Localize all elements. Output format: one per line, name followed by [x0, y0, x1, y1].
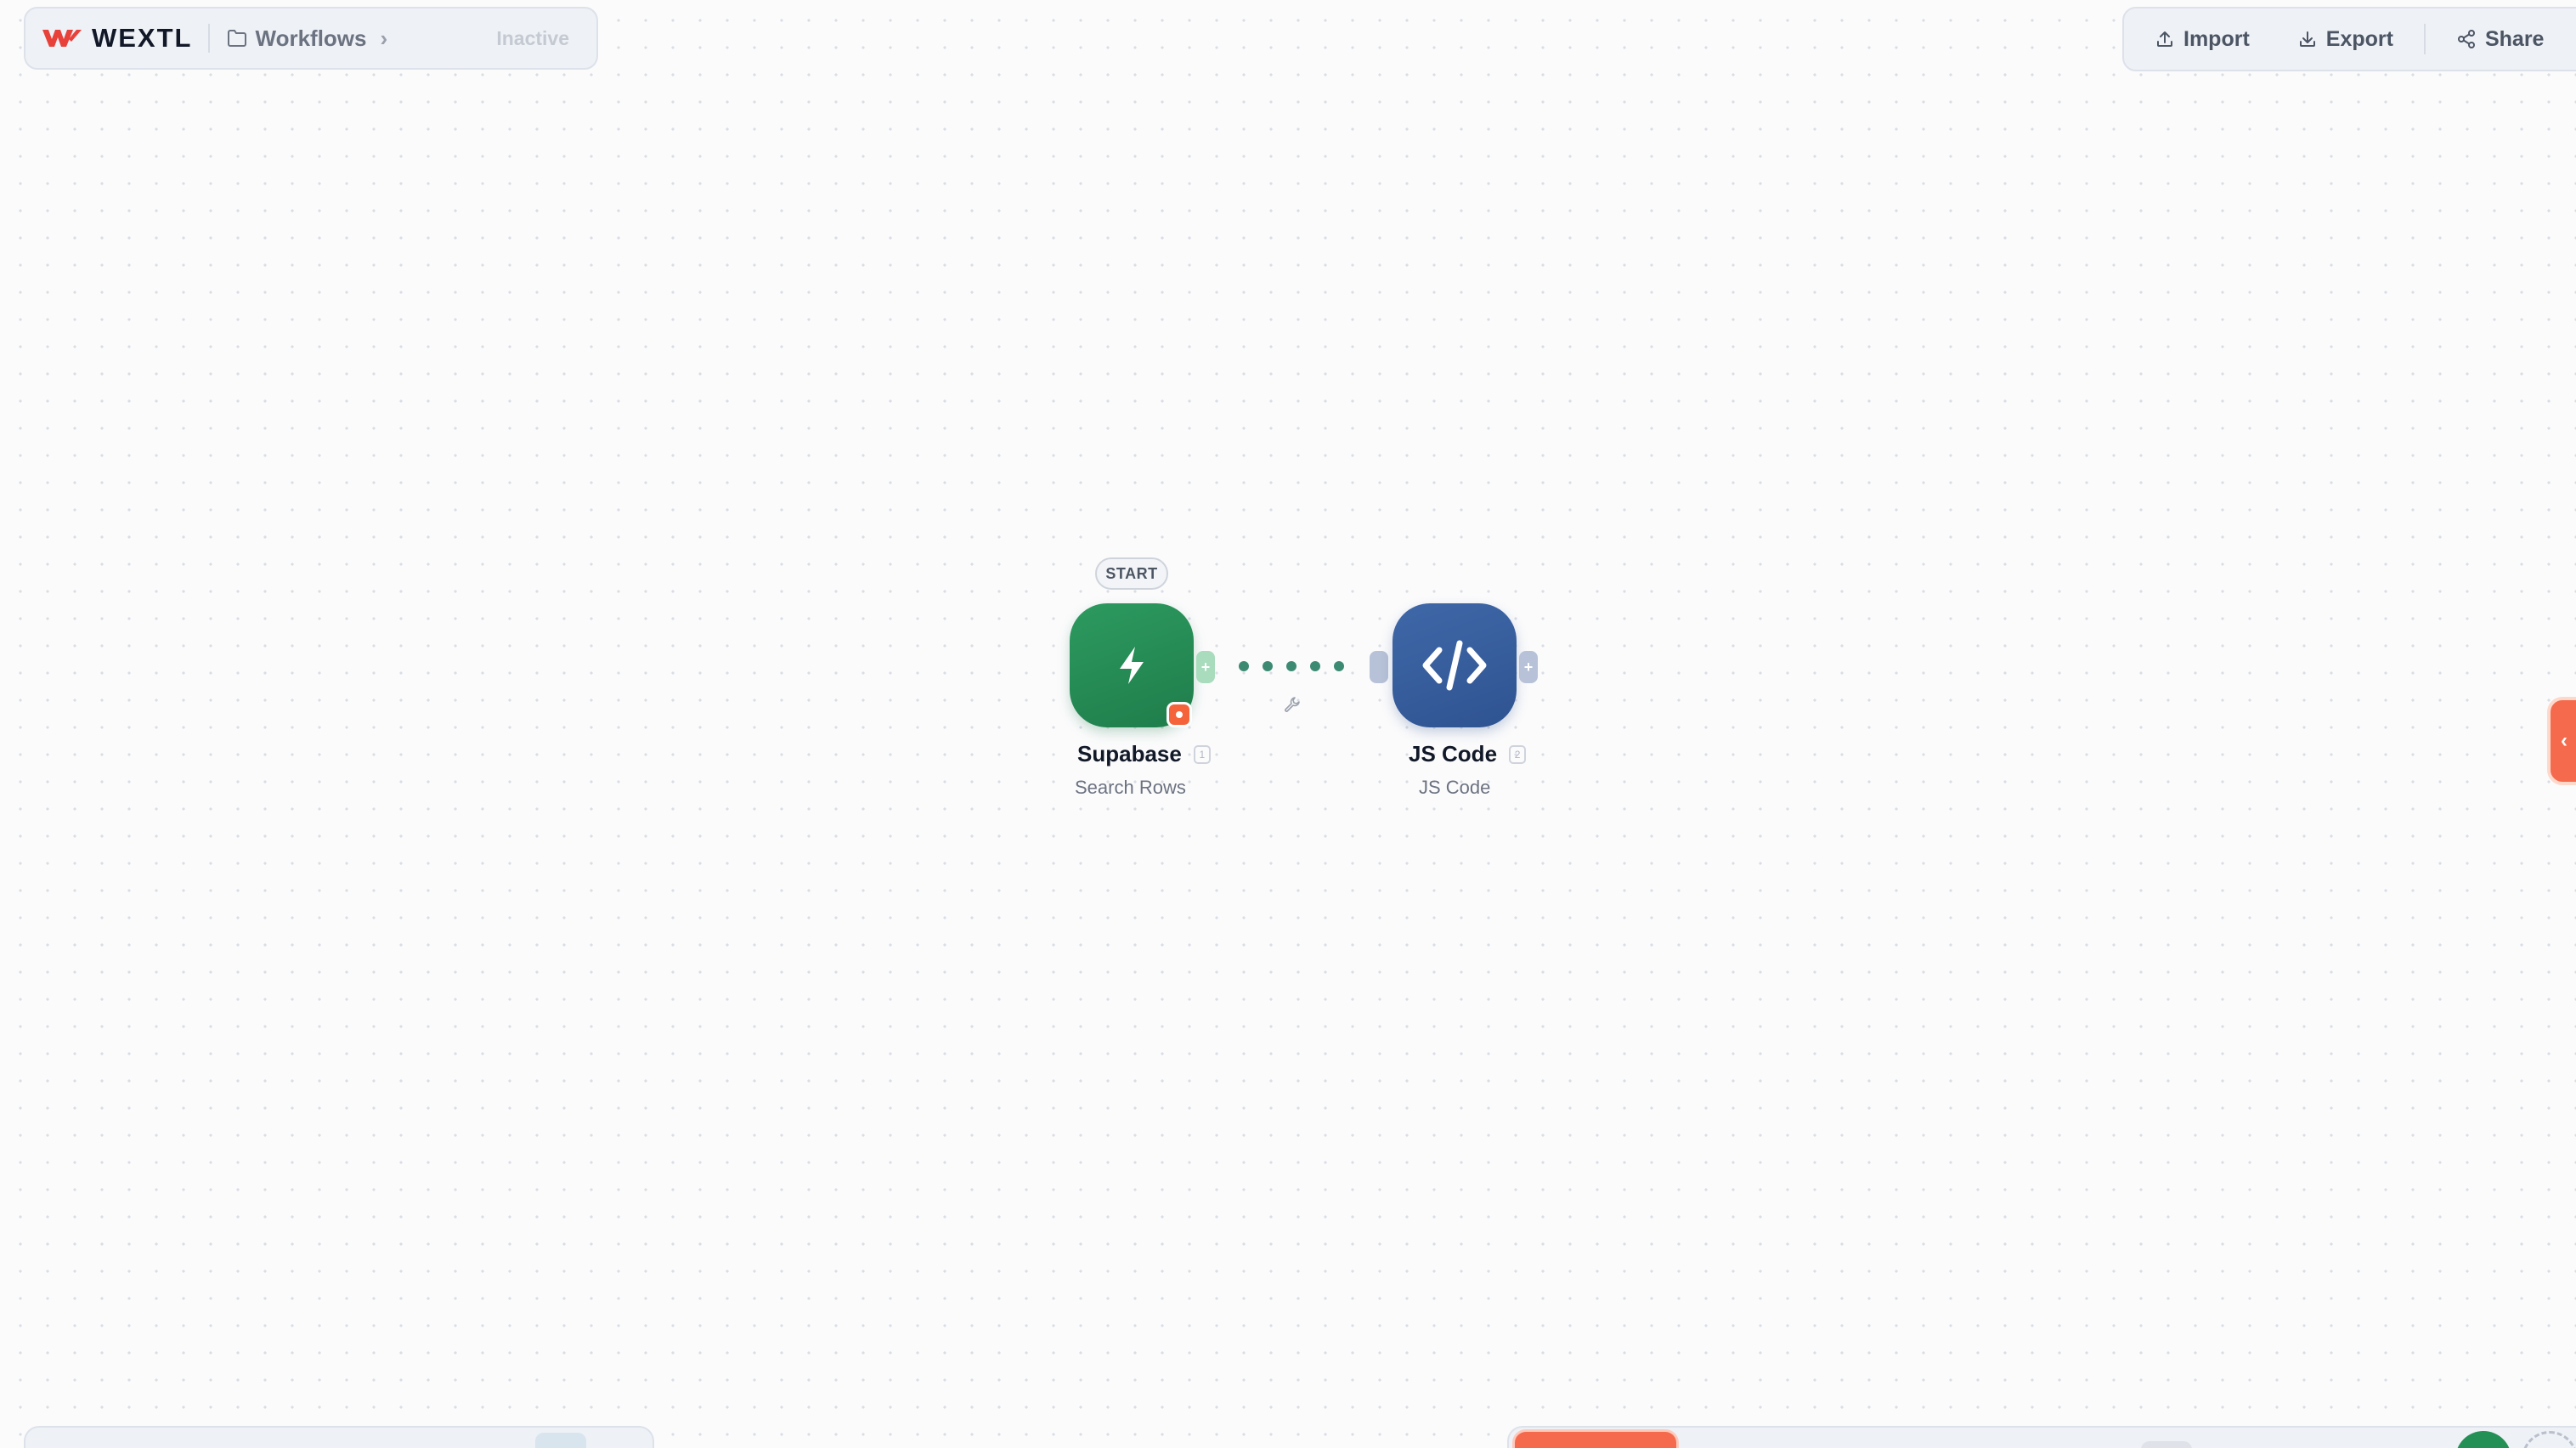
node-index-badge: 2 [1509, 744, 1527, 764]
wextl-logo-icon [42, 30, 82, 47]
code-brackets-icon [1422, 640, 1487, 691]
share-label: Share [2484, 26, 2545, 51]
upload-icon [2157, 31, 2172, 47]
start-badge: START [1095, 557, 1168, 590]
breadcrumb-label: Workflows [255, 25, 367, 51]
node-title: JS Code 2 [1409, 741, 1527, 767]
edge-settings-button[interactable] [1283, 695, 1302, 718]
node-avatar-button[interactable] [2455, 1431, 2511, 1448]
logo-text: WEXTL [92, 23, 193, 53]
header-divider [207, 24, 210, 53]
drag-handle[interactable] [2141, 1441, 2192, 1448]
export-button[interactable]: Export [2297, 27, 2393, 52]
side-panel-toggle[interactable]: ‹ [2547, 697, 2576, 785]
share-icon [2457, 30, 2475, 48]
jscode-output-handle[interactable]: + [1519, 651, 1538, 683]
toolbar-divider [2423, 24, 2426, 54]
edge-dot [1286, 661, 1296, 671]
toolbar-toggle-button[interactable] [535, 1433, 586, 1448]
wrench-icon [1285, 697, 1300, 712]
node-subtitle: JS Code [1419, 777, 1491, 798]
edge-dot [1263, 661, 1273, 671]
jscode-input-handle[interactable] [1370, 651, 1388, 683]
node-title-text: JS Code [1409, 741, 1498, 766]
add-node-button[interactable] [2522, 1431, 2576, 1448]
edge-dot [1334, 661, 1344, 671]
edge-dot [1310, 661, 1320, 671]
node-index-badge: 1 [1193, 744, 1211, 764]
top-toolbar: Import Export Share [2122, 7, 2576, 71]
breadcrumb-workflows[interactable]: Workflows › [227, 25, 388, 52]
supabase-output-handle[interactable]: + [1196, 651, 1215, 683]
node-jscode[interactable] [1393, 603, 1517, 727]
logo[interactable]: WEXTL [41, 8, 193, 68]
run-button[interactable] [1512, 1429, 1679, 1448]
import-label: Import [2183, 26, 2250, 51]
download-icon [2299, 31, 2315, 47]
workflow-status: Inactive [496, 26, 569, 49]
node-title-text: Supabase [1077, 741, 1182, 766]
bottom-right-toolbar [1507, 1426, 2576, 1448]
folder-icon [227, 30, 246, 47]
node-subtitle: Search Rows [1075, 777, 1186, 798]
node-error-indicator[interactable] [1167, 702, 1192, 727]
chevron-right-icon: › [380, 25, 388, 51]
lightning-bolt-icon [1120, 647, 1144, 684]
workflow-header: WEXTL Workflows › Inactive [24, 7, 598, 70]
share-button[interactable]: Share [2456, 27, 2544, 52]
edge-dot [1239, 661, 1249, 671]
export-label: Export [2325, 26, 2393, 51]
import-button[interactable]: Import [2155, 27, 2250, 52]
chevron-left-icon: ‹ [2561, 729, 2568, 752]
node-title: Supabase 1 [1077, 741, 1211, 767]
bottom-left-toolbar [24, 1426, 654, 1448]
